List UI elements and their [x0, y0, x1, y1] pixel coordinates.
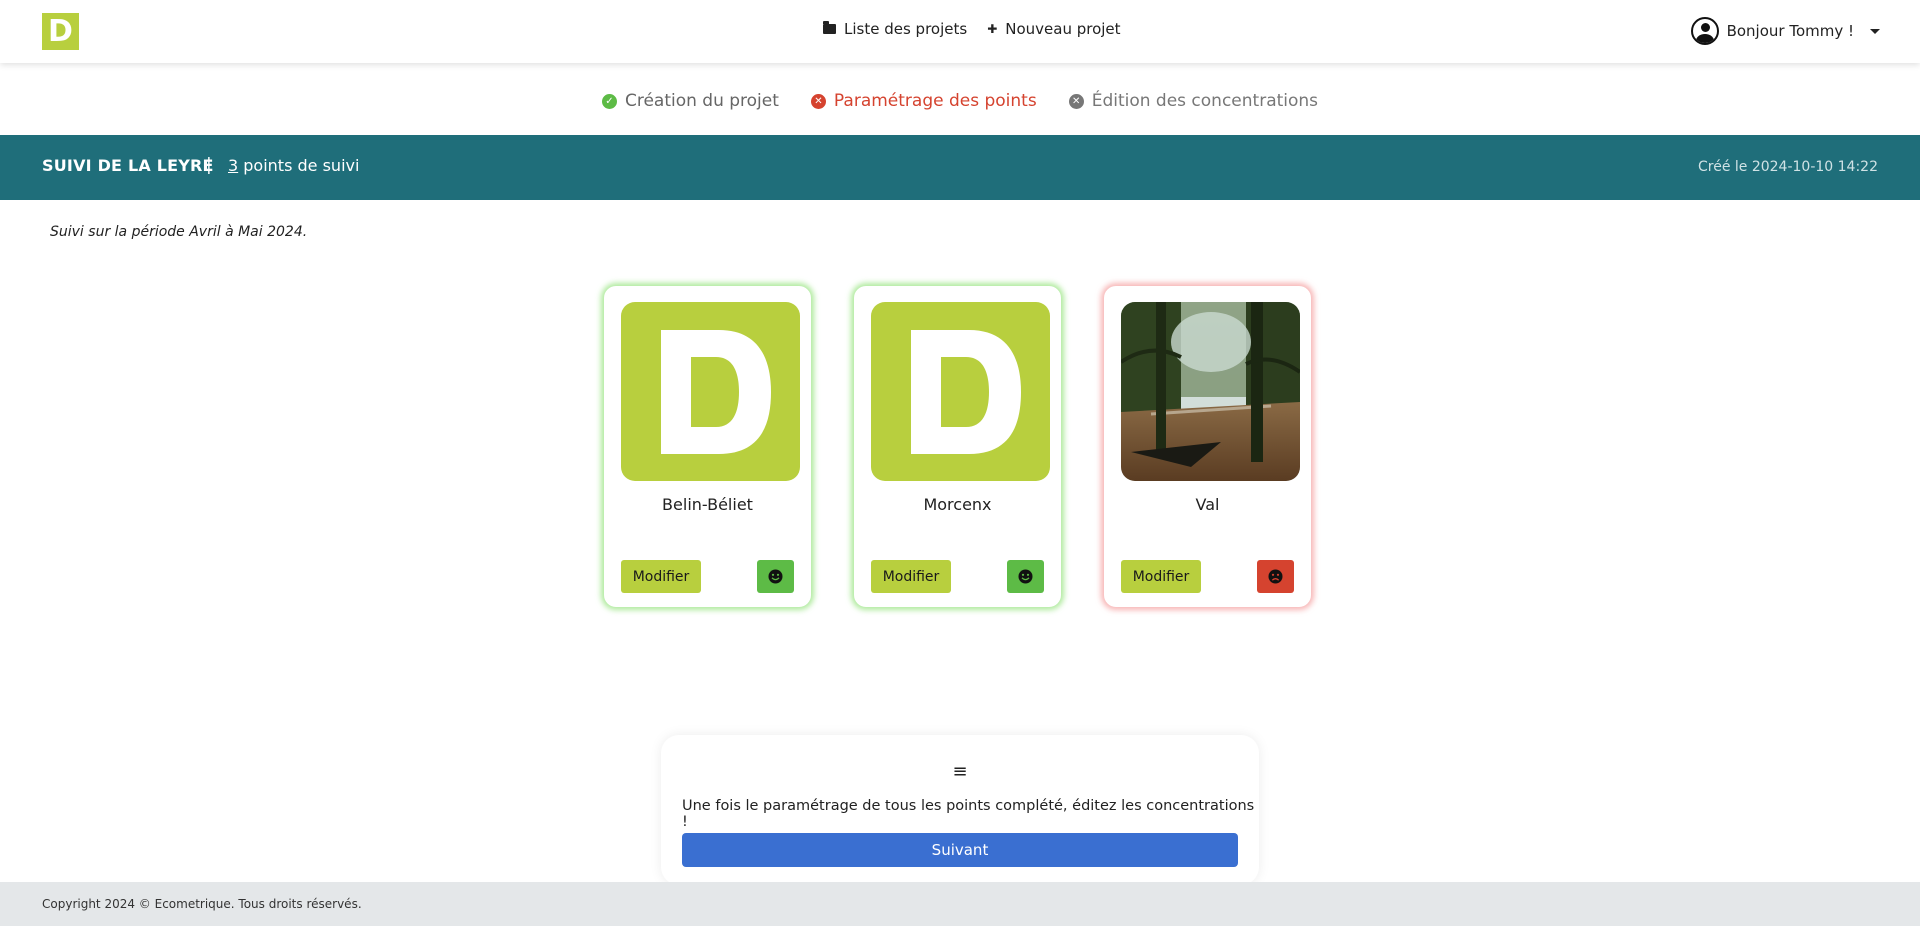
point-card: Val Modifier [1104, 286, 1311, 607]
user-greeting: Bonjour Tommy ! [1726, 22, 1854, 40]
river-photo [1121, 302, 1300, 481]
next-button[interactable]: Suivant [682, 833, 1238, 867]
point-count: 3 points de suivi [228, 156, 359, 175]
project-period: Suivi sur la période Avril à Mai 2024. [50, 224, 308, 240]
top-navbar: D Liste des projets ✚ Nouveau projet Bon… [0, 0, 1920, 63]
point-count-suffix: points de suivi [238, 156, 360, 175]
nav-link-new-project[interactable]: ✚ Nouveau projet [987, 20, 1120, 38]
nav-link-projects[interactable]: Liste des projets [823, 20, 967, 38]
nav-links: Liste des projets ✚ Nouveau projet [823, 20, 1121, 38]
nav-link-new-project-label: Nouveau projet [1005, 20, 1121, 38]
user-avatar-icon [1690, 17, 1719, 45]
step-label: Paramétrage des points [833, 91, 1037, 111]
nav-link-projects-label: Liste des projets [844, 20, 968, 38]
chevron-down-icon [1870, 28, 1880, 34]
app-logo[interactable]: D [42, 13, 79, 50]
copyright-text: Copyright 2024 © Ecometrique. Tous droit… [42, 897, 362, 911]
panel-message: Une fois le paramétrage de tous les poin… [682, 798, 1255, 830]
point-name: Val [1195, 495, 1220, 514]
user-menu[interactable]: Bonjour Tommy ! [1690, 17, 1880, 45]
point-card: Belin-Béliet Modifier [604, 286, 811, 607]
point-name: Belin-Béliet [662, 495, 753, 514]
x-circle-icon: ✕ [1068, 93, 1084, 109]
point-card: Morcenx Modifier [854, 286, 1061, 607]
point-name: Morcenx [923, 495, 992, 514]
point-placeholder-image [871, 302, 1050, 481]
frown-icon [1268, 569, 1283, 584]
step-points-settings[interactable]: ✕ Paramétrage des points [810, 91, 1037, 111]
x-circle-icon: ✕ [810, 93, 826, 109]
step-project-creation[interactable]: ✓ Création du projet [601, 91, 779, 111]
status-ok-button[interactable] [757, 560, 794, 593]
edit-point-button[interactable]: Modifier [1121, 560, 1201, 593]
points-list: Belin-Béliet Modifier Morcenx Modifier V… [604, 286, 1311, 607]
footer: Copyright 2024 © Ecometrique. Tous droit… [0, 882, 1920, 926]
title-separator: | [206, 155, 212, 175]
edit-point-button[interactable]: Modifier [621, 560, 701, 593]
step-concentrations-edit[interactable]: ✕ Édition des concentrations [1068, 91, 1319, 111]
status-error-button[interactable] [1257, 560, 1294, 593]
edit-point-button[interactable]: Modifier [871, 560, 951, 593]
created-date: Créé le 2024-10-10 14:22 [1697, 159, 1878, 175]
smile-icon [768, 569, 783, 584]
point-count-number[interactable]: 3 [228, 156, 238, 175]
step-label: Création du projet [624, 91, 779, 111]
next-step-panel: ≡ Une fois le paramétrage de tous les po… [661, 735, 1259, 885]
project-title: SUIVI DE LA LEYRE [42, 156, 214, 175]
status-ok-button[interactable] [1007, 560, 1044, 593]
smile-icon [1018, 569, 1033, 584]
plus-icon: ✚ [987, 22, 998, 36]
point-placeholder-image [621, 302, 800, 481]
progress-stepper: ✓ Création du projet ✕ Paramétrage des p… [0, 91, 1920, 111]
step-label: Édition des concentrations [1091, 91, 1319, 111]
project-header-band: SUIVI DE LA LEYRE | 3 points de suivi Cr… [0, 135, 1920, 200]
check-circle-icon: ✓ [601, 93, 617, 109]
folder-icon [823, 21, 836, 34]
menu-icon[interactable]: ≡ [661, 761, 1259, 782]
